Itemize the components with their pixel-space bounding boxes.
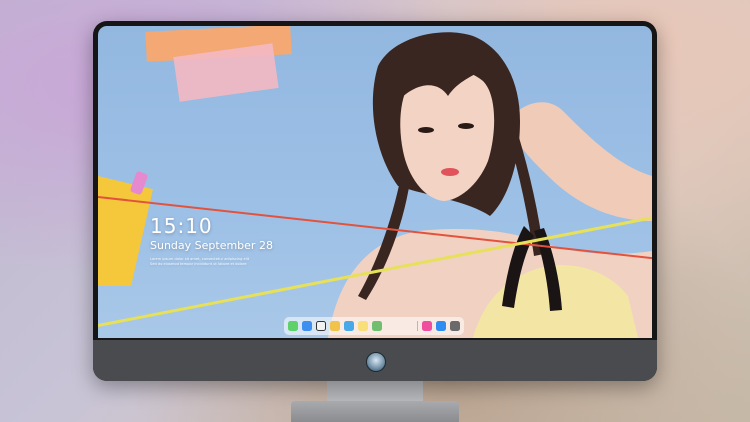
clock-time: 15:10 (150, 214, 213, 238)
screenshot-icon[interactable] (450, 321, 460, 331)
note-line: Sed do eiusmod tempor incididunt ut labo… (150, 262, 247, 266)
dock (284, 317, 464, 335)
photos-icon[interactable] (330, 321, 340, 331)
stand-neck (327, 381, 423, 401)
stand-base (291, 401, 459, 422)
messages-icon[interactable] (288, 321, 298, 331)
lock-screen-notes: Lorem ipsum dolor sit amet, consectetur … (150, 257, 273, 267)
clock-icon[interactable] (316, 321, 326, 331)
monitor: 15:10 Sunday September 28 Lorem ipsum do… (93, 21, 657, 381)
brand-logo-icon (366, 351, 386, 372)
app-store-icon[interactable] (436, 321, 446, 331)
music-icon[interactable] (422, 321, 432, 331)
clock-date: Sunday September 28 (150, 239, 273, 252)
lock-screen-info: 15:10 Sunday September 28 Lorem ipsum do… (150, 214, 273, 267)
monitor-chin (93, 340, 657, 381)
notes-icon[interactable] (358, 321, 368, 331)
desktop-screen: 15:10 Sunday September 28 Lorem ipsum do… (98, 26, 652, 338)
monitor-stand (291, 381, 459, 422)
finder-icon[interactable] (302, 321, 312, 331)
video-icon[interactable] (344, 321, 354, 331)
dock-separator (417, 321, 418, 331)
yellow-paper-decoration (98, 176, 153, 286)
wallpaper-portrait (328, 32, 652, 338)
preview-icon[interactable] (372, 321, 382, 331)
